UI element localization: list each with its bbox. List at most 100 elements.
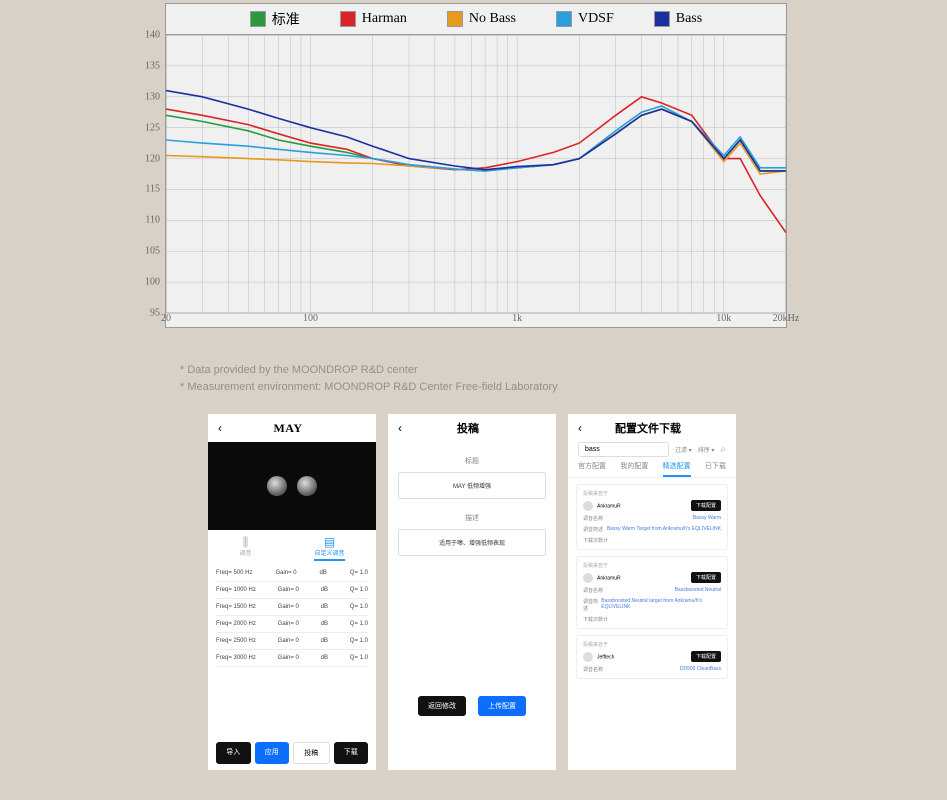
meta-name-value: DD500 CleanBass [680,666,721,673]
freq-value: Freq= 2500 Hz [216,638,256,644]
gain-unit: dB [321,621,328,627]
gain-unit: dB [321,655,328,661]
x-tick-label: 20 [161,313,171,324]
card-download-button[interactable]: 下载配置 [691,500,721,511]
tab-official[interactable]: 官方配置 [578,461,606,477]
y-tick-label: 125 [130,122,160,133]
card-download-button[interactable]: 下载配置 [691,651,721,662]
avatar [583,501,593,511]
card-user: AnkramuR [583,501,621,511]
app-title: MAY [210,421,366,436]
meta-desc-label: 调音简述 [583,526,603,533]
config-card: 投稿来自于AnkramuR下载配置调音名称Bassboosted Neutral… [576,556,728,629]
search-input[interactable]: bass [578,442,669,457]
avatar [583,652,593,662]
gain-unit: dB [321,604,328,610]
legend-swatch [340,11,356,27]
x-tick-label: 10k [716,313,731,324]
search-icon[interactable]: ⌕ [720,444,726,455]
q-value: Q= 1.0 [350,621,368,627]
y-tick-label: 135 [130,60,160,71]
freq-value: Freq= 2000 Hz [216,621,256,627]
y-axis-labels: 95100105110115120125130135140 [130,35,160,313]
upload-button[interactable]: 上传配置 [478,696,526,716]
meta-desc-value: Bassy Warm Target from Ankramu/h's EQLIV… [607,526,721,533]
gain-unit: dB [321,587,328,593]
legend-label: Bass [676,11,702,27]
phone-submit-form: ‹ 投稿 标题 MAY 低频增强 描述 适用于嗥、增强低频表现 返回修改 上传配… [388,414,556,770]
x-tick-label: 20kHz [773,313,800,324]
eq-row[interactable]: Freq= 2000 Hz Gain= 0 dB Q= 1.0 [216,616,368,633]
q-value: Q= 1.0 [350,570,368,576]
legend-label: Harman [362,11,407,27]
legend-swatch [556,11,572,27]
tab-tuning[interactable]: ⫼ 调音 [239,536,251,561]
x-tick-label: 1k [512,313,522,324]
eq-row[interactable]: Freq= 3000 HzGain= 0dBQ= 1.0 [216,650,368,667]
meta-name-value: Bassy Warm [693,515,721,522]
y-tick-label: 140 [130,30,160,41]
tab-custom-tuning[interactable]: ▤ 自定义调音 [314,536,344,561]
tab-featured[interactable]: 精选配置 [663,461,691,477]
title-input[interactable]: MAY 低频增强 [398,472,546,499]
footnote-line: * Data provided by the MOONDROP R&D cent… [180,362,558,379]
eq-tabs: ⫼ 调音 ▤ 自定义调音 [208,536,376,561]
card-user: AnkramuR [583,573,621,583]
eq-row[interactable]: Freq= 1500 HzGain= 0dBQ= 1.0 [216,599,368,616]
gain-value: Gain= 0 [278,638,299,644]
page-title: 投稿 [390,420,546,436]
q-value: Q= 1.0 [350,587,368,593]
sliders-icon: ▤ [314,536,344,548]
legend-item: No Bass [447,11,516,27]
meta-desc-label: 调音简述 [583,598,601,612]
tab-downloaded[interactable]: 已下载 [705,461,726,477]
meta-name-value: Bassboosted Neutral [675,587,721,594]
gain-unit: dB [321,638,328,644]
apply-button[interactable]: 应用 [255,742,290,764]
y-tick-label: 100 [130,277,160,288]
tab-mine[interactable]: 我的配置 [620,461,648,477]
legend-item: Harman [340,11,407,27]
footnotes: * Data provided by the MOONDROP R&D cent… [180,362,558,395]
legend-label: No Bass [469,11,516,27]
legend-swatch [250,11,266,27]
gain-value: Gain= 0 [278,587,299,593]
card-source-label: 投稿来自于 [583,641,721,648]
q-value: Q= 1.0 [350,638,368,644]
config-card: 投稿来自于Jefftech下载配置调音名称DD500 CleanBass [576,635,728,679]
card-download-button[interactable]: 下载配置 [691,572,721,583]
bottom-buttons: 导入 应用 投稿 下载 [216,742,368,764]
earbud-icon [267,472,317,500]
config-tabs: 官方配置 我的配置 精选配置 已下载 [568,461,736,478]
eq-row[interactable]: Freq= 500 HzGain= 0dBQ= 1.0 [216,565,368,582]
gain-value: Gain= 0 [278,655,299,661]
filter-dropdown[interactable]: 过滤 ▾ [675,445,692,454]
meta-count-label: 下载次数计 [583,537,608,544]
config-cards: 投稿来自于 AnkramuR 下载配置调音名称 Bassy Warm 调音简述 Bassy… [568,484,736,679]
product-image [208,442,376,530]
eq-row[interactable]: Freq= 2500 Hz Gain= 0 dB Q= 1.0 [216,633,368,650]
desc-input[interactable]: 适用于嗥、增强低频表现 [398,529,546,556]
legend-swatch [654,11,670,27]
sort-dropdown[interactable]: 排序 ▾ [698,445,715,454]
import-button[interactable]: 导入 [216,742,251,764]
eq-rows: Freq= 500 HzGain= 0dBQ= 1.0Freq= 1000 Hz… [208,565,376,667]
field-label-title: 标题 [388,456,556,466]
y-tick-label: 130 [130,91,160,102]
x-axis-labels: 201001k10k20kHz [166,313,786,329]
q-value: Q= 1.0 [350,604,368,610]
q-value: Q= 1.0 [350,655,368,661]
eq-row[interactable]: Freq= 1000 HzGain= 0dBQ= 1.0 [216,582,368,599]
field-label-desc: 描述 [388,513,556,523]
legend-item: VDSF [556,11,614,27]
back-edit-button[interactable]: 返回修改 [418,696,466,716]
gain-value: Gain= 0 [275,570,296,576]
legend-label: 标准 [272,9,300,29]
legend-item: 标准 [250,9,300,29]
download-button[interactable]: 下载 [334,742,369,764]
freq-value: Freq= 1500 Hz [216,604,256,610]
freq-value: Freq= 500 Hz [216,570,253,576]
submit-button[interactable]: 投稿 [293,742,330,764]
gain-value: Gain= 0 [278,621,299,627]
meta-name-label: 调音名称 [583,666,603,673]
